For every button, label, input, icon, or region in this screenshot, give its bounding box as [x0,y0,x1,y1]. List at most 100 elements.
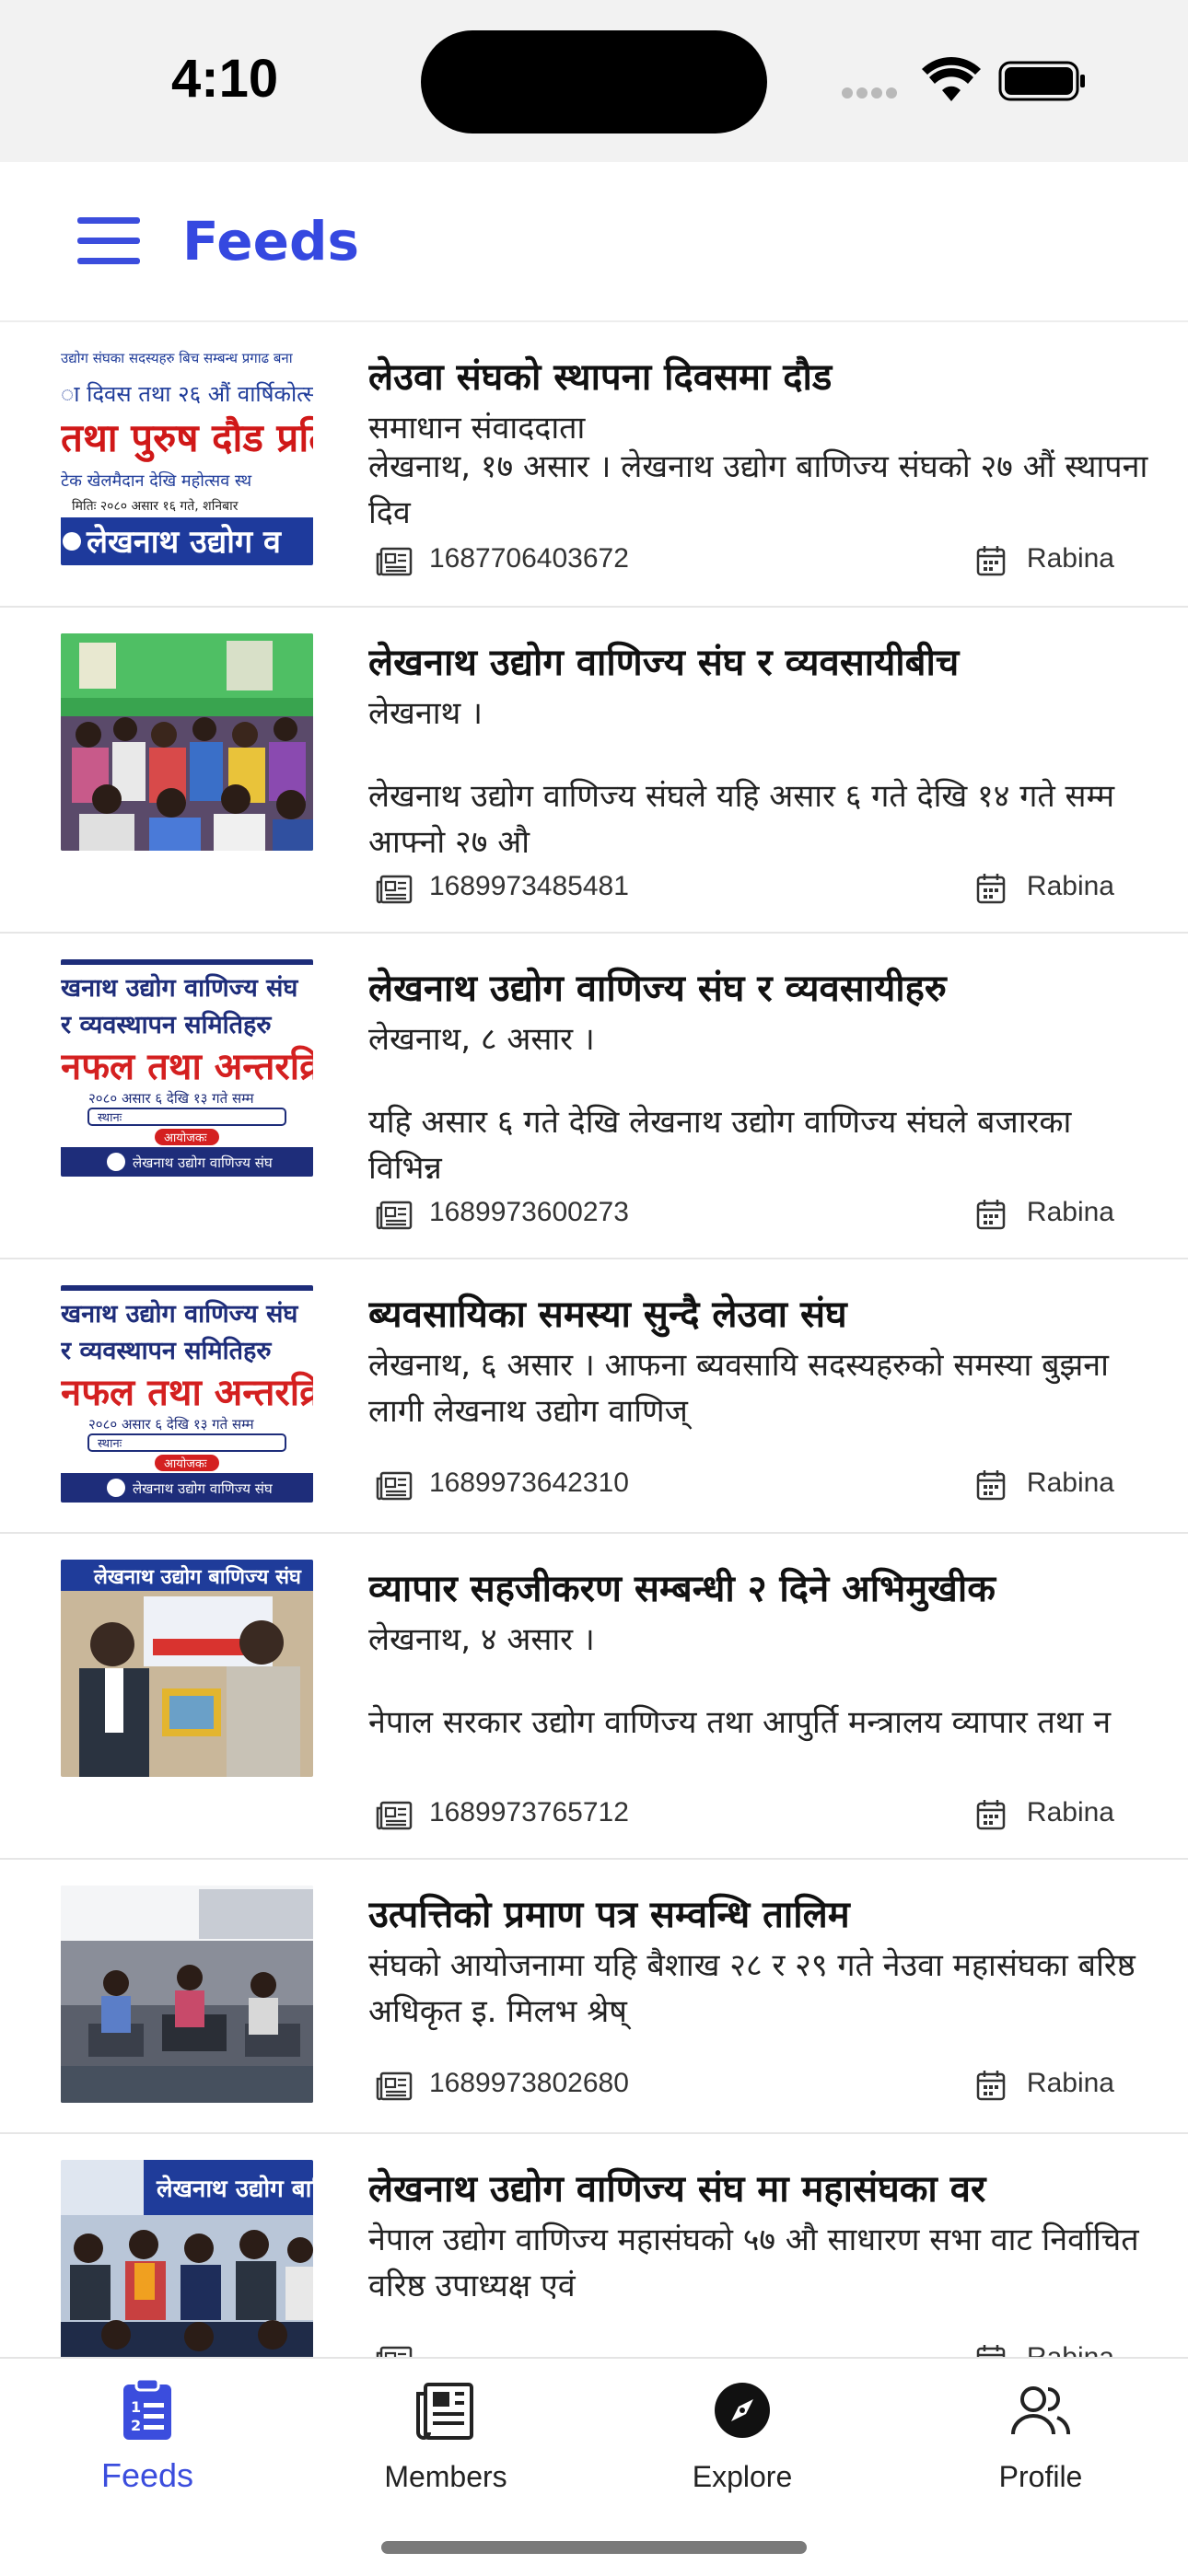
svg-text:लेखनाथ उद्योग वाणिज्य संघ: लेखनाथ उद्योग वाणिज्य संघ [133,1155,274,1171]
feed-description: लेखनाथ, १७ असार । लेखनाथ उद्योग बाणिज्य … [368,448,1148,531]
feed-item[interactable]: खनाथ उद्योग वाणिज्य संघ र व्यवस्थापन समि… [0,1259,1188,1534]
tab-members-label: Members [384,2460,507,2493]
app-header: Feeds [0,162,1188,322]
svg-text:आयोजकः: आयोजकः [164,1456,207,1471]
feed-list[interactable]: उद्योग संघका सदस्यहरु बिच सम्बन्ध प्रगाढ… [0,322,1188,2357]
feed-description: संघको आयोजनामा यहि बैशाख २८ र २९ गते नेउ… [368,1947,1136,2030]
feed-item[interactable]: उद्योग संघका सदस्यहरु बिच सम्बन्ध प्रगाढ… [0,322,1188,608]
svg-text:उद्योग संघका सदस्यहरु बिच सम्ब: उद्योग संघका सदस्यहरु बिच सम्बन्ध प्रगाढ… [61,350,294,366]
svg-text:2: 2 [131,2417,141,2434]
award-photo-image: लेखनाथ उद्योग बाणिज्य संघ [61,1560,313,1777]
feed-id: 1689973600273 [429,1197,629,1227]
tab-profile[interactable]: Profile [939,2377,1142,2515]
svg-text:खनाथ उद्योग वाणिज्य संघ: खनाथ उद्योग वाणिज्य संघ [61,1299,298,1329]
svg-text:आयोजकः: आयोजकः [164,1131,207,1145]
tab-profile-label: Profile [998,2460,1083,2493]
feed-meta: 1689973600273 Rabina [368,1197,1151,1234]
svg-text:ा दिवस तथा २६ औं वार्षिकोत्सवक: ा दिवस तथा २६ औं वार्षिकोत्सवको उ [61,381,313,407]
svg-text:२०८० असार ६ देखि १३ गते सम्म: २०८० असार ६ देखि १३ गते सम्म [88,1416,255,1433]
feed-id: 1689973642310 [429,1468,629,1498]
tab-explore[interactable]: Explore [641,2377,844,2515]
tab-feeds-label: Feeds [100,2456,194,2494]
feed-meta: 1689973642310 Rabina [368,1468,1151,1504]
newspaper-icon [376,875,413,904]
svg-text:स्थानः: स्थानः [98,1111,122,1125]
svg-text:तथा पुरुष दौड प्रति: तथा पुरुष दौड प्रति [61,415,313,462]
feed-id: 1689973485481 [429,871,629,901]
calendar-icon [976,1470,1006,1501]
newspaper-icon [376,2346,413,2357]
feed-author: Rabina [1026,1468,1114,1498]
feed-title: लेखनाथ उद्योग वाणिज्य संघ मा महासंघका वर [368,2168,986,2210]
race-poster-image: उद्योग संघका सदस्यहरु बिच सम्बन्ध प्रगाढ… [61,348,313,565]
feed-meta: Rabina [368,2342,1151,2357]
svg-text:मितिः २०८० असार १६ गते, शनिबार: मितिः २०८० असार १६ गते, शनिबार [72,498,239,514]
feed-meta: 1689973765712 Rabina [368,1797,1151,1834]
tab-members[interactable]: Members [344,2377,547,2515]
meeting-photo-image: लेखनाथ उद्योग बाणि [61,2160,313,2357]
newspaper-icon [376,1201,413,1230]
feed-subtitle: समाधान संवाददाता [368,410,586,447]
feed-title: लेखनाथ उद्योग वाणिज्य संघ र व्यवसायीबीच [368,642,960,684]
status-time: 4:10 [171,49,279,109]
newspaper-icon [376,1801,413,1830]
svg-text:खनाथ उद्योग वाणिज्य संघ: खनाथ उद्योग वाणिज्य संघ [61,973,298,1003]
users-icon [1011,2386,1070,2435]
feed-title: लेउवा संघको स्थापना दिवसमा दौड [368,356,833,399]
newspaper-icon [376,2071,413,2101]
page-title: Feeds [182,210,359,273]
feed-id: 1689973802680 [429,2068,629,2098]
newspaper-icon [376,1471,413,1501]
feed-thumbnail: खनाथ उद्योग वाणिज्य संघ र व्यवस्थापन समि… [61,1285,313,1503]
calendar-icon [976,2345,1006,2357]
svg-text:२०८० असार ६ देखि १३ गते सम्म: २०८० असार ६ देखि १३ गते सम्म [88,1090,255,1107]
feed-thumbnail: खनाथ उद्योग वाणिज्य संघ र व्यवस्थापन समि… [61,959,313,1177]
feed-item[interactable]: लेखनाथ उद्योग बाणिज्य संघ व्यापार सहजीकर… [0,1534,1188,1860]
svg-text:लेखनाथ उद्योग व: लेखनाथ उद्योग व [86,523,282,561]
feed-author: Rabina [1026,2068,1114,2098]
feed-id: 1689973765712 [429,1797,629,1828]
feed-author: Rabina [1026,1197,1114,1227]
feed-item[interactable]: लेखनाथ उद्योग बाणि लेखनाथ उद्योग वाणिज्य… [0,2134,1188,2357]
feed-description: नेपाल सरकार उद्योग वाणिज्य तथा आपुर्ति म… [368,1704,1112,1741]
feed-item[interactable]: लेखनाथ उद्योग वाणिज्य संघ र व्यवसायीबीच … [0,608,1188,934]
feed-author: Rabina [1026,543,1114,574]
feed-item[interactable]: खनाथ उद्योग वाणिज्य संघ र व्यवस्थापन समि… [0,934,1188,1259]
hamburger-menu-icon[interactable] [77,217,140,265]
feed-meta: 1689973802680 Rabina [368,2068,1151,2105]
feed-id: 1687706403672 [429,543,629,574]
newspaper-icon [376,547,413,576]
feed-description: लेखनाथ, ६ असार । आफना ब्यवसायि सदस्यहरुक… [368,1347,1109,1430]
dynamic-island [421,30,767,133]
svg-text:र व्यवस्थापन समितिहरु: र व्यवस्थापन समितिहरु [61,1336,272,1365]
svg-text:स्थानः: स्थानः [98,1437,122,1451]
wifi-icon [922,57,981,101]
feed-description: नेपाल उद्योग वाणिज्य महासंघको ५७ औ साधार… [368,2222,1139,2304]
status-bar: 4:10 [0,0,1188,162]
calendar-icon [976,874,1006,904]
calendar-icon [976,1800,1006,1830]
feed-description: यहि असार ६ गते देखि लेखनाथ उद्योग वाणिज्… [368,1104,1072,1187]
newspaper-icon [416,2383,473,2440]
svg-text:1: 1 [131,2398,141,2416]
feed-item[interactable]: उत्पत्तिको प्रमाण पत्र सम्वन्धि तालिम सं… [0,1860,1188,2134]
training-photo-image [61,1886,313,2103]
feed-subtitle: लेखनाथ । [368,695,483,732]
feed-subtitle: लेखनाथ, ८ असार । [368,1021,595,1058]
cellular-signal-icon [842,85,901,102]
tab-feeds[interactable]: 1 2 Feeds [46,2377,249,2515]
feed-thumbnail: लेखनाथ उद्योग बाणि [61,2160,313,2357]
committee-poster-image: खनाथ उद्योग वाणिज्य संघ र व्यवस्थापन समि… [61,959,313,1177]
svg-text:लेखनाथ उद्योग बाणिज्य संघ: लेखनाथ उद्योग बाणिज्य संघ [93,1564,302,1589]
feed-title: ब्यवसायिका समस्या सुन्दै लेउवा संघ [368,1294,847,1336]
feed-subtitle: लेखनाथ, ४ असार । [368,1621,595,1658]
calendar-icon [976,1200,1006,1230]
feed-meta: 1689973485481 Rabina [368,871,1151,908]
hall-photo-image [61,633,313,851]
feed-thumbnail: लेखनाथ उद्योग बाणिज्य संघ [61,1560,313,1777]
home-indicator[interactable] [381,2541,807,2554]
feed-title: उत्पत्तिको प्रमाण पत्र सम्वन्धि तालिम [368,1894,850,1936]
feed-thumbnail [61,1886,313,2103]
feed-thumbnail: उद्योग संघका सदस्यहरु बिच सम्बन्ध प्रगाढ… [61,348,313,565]
tab-explore-label: Explore [692,2460,793,2493]
